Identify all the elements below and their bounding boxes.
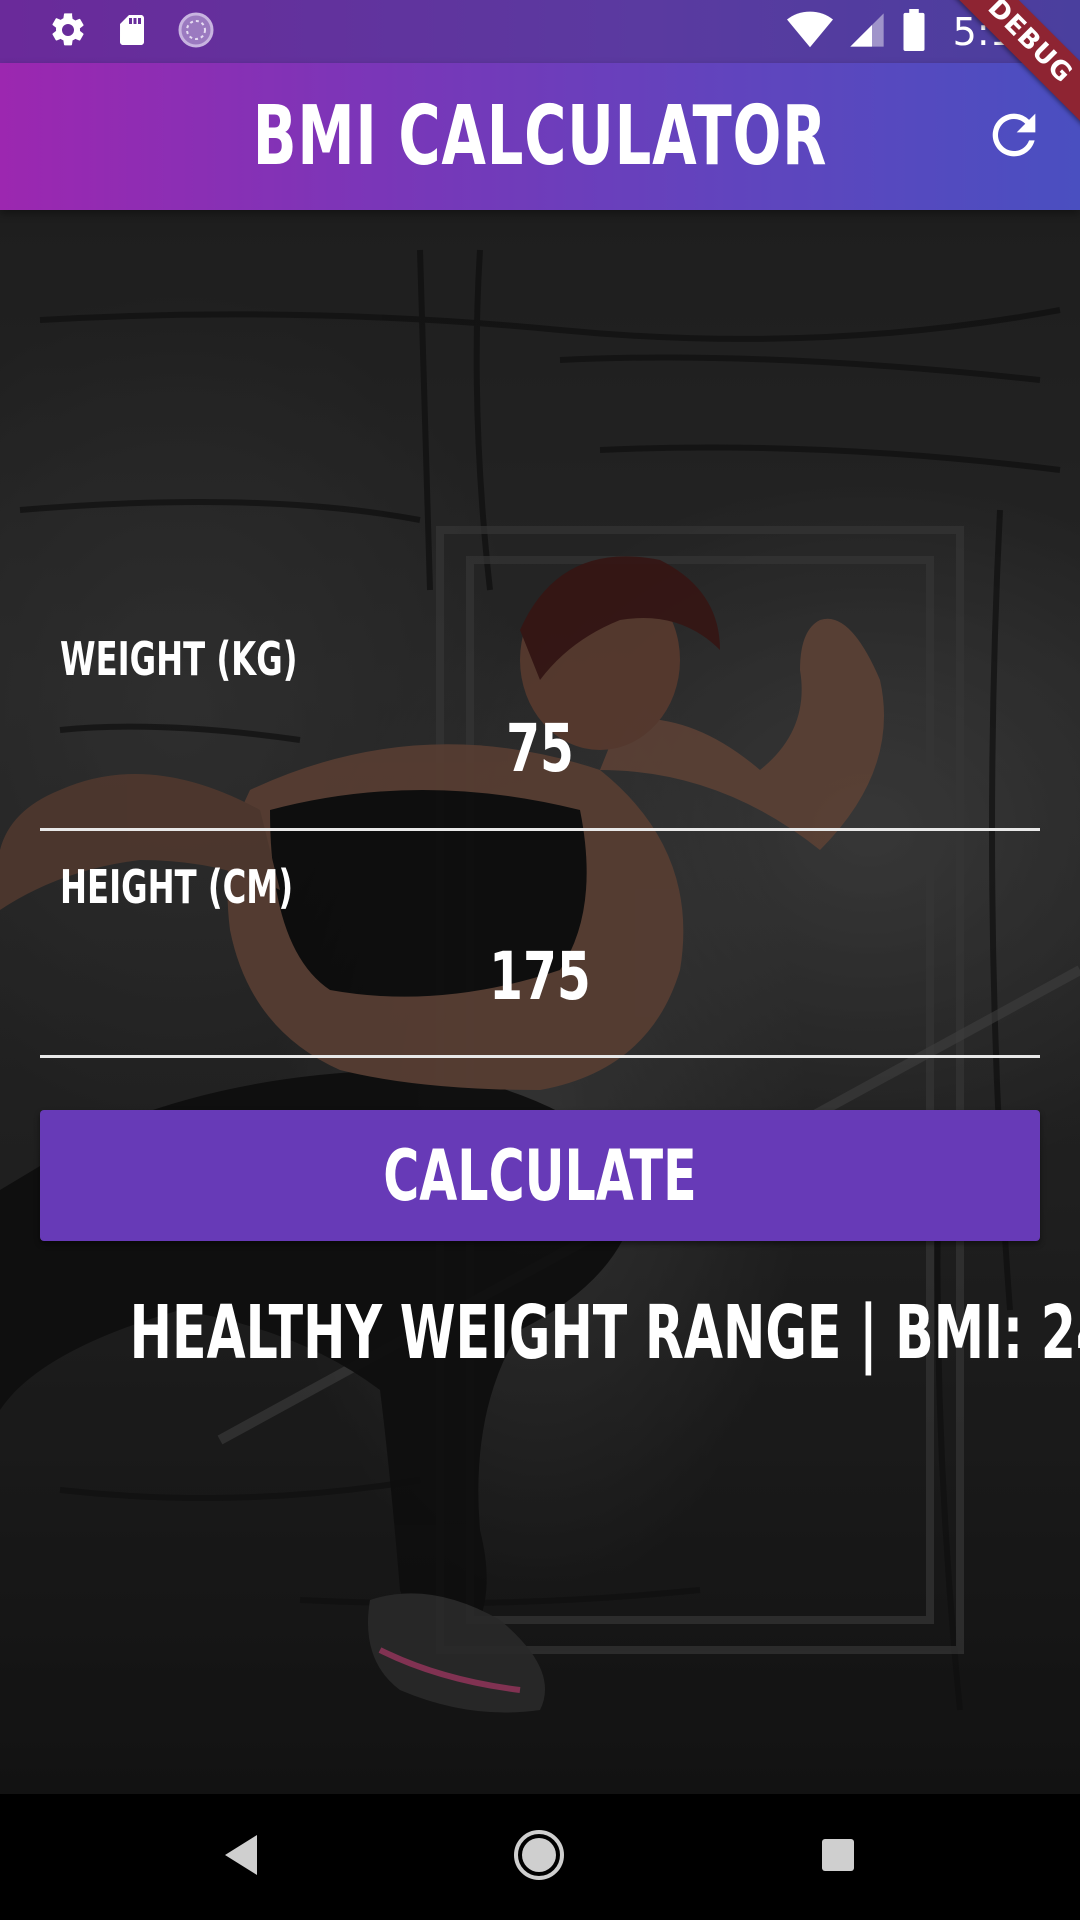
bmi-result: HEALTHY WEIGHT RANGE | BMI: 24.49 [129,1290,1080,1376]
home-button[interactable] [506,1824,572,1890]
refresh-icon [982,103,1046,171]
weight-underline [40,828,1040,831]
refresh-button[interactable] [978,101,1050,173]
calculate-button-label: CALCULATE [383,1134,697,1217]
recents-button[interactable] [805,1824,871,1890]
back-button[interactable] [208,1824,274,1890]
settings-icon [48,10,88,54]
sd-card-icon [114,10,150,54]
back-icon [221,1833,261,1881]
wifi-icon [786,10,833,54]
battery-icon [901,9,927,55]
home-icon [512,1828,566,1886]
app-bar: BMI CALCULATOR [0,63,1080,210]
loading-circle-icon [176,10,216,54]
status-bar: 5:18 [0,0,1080,63]
height-underline [40,1055,1040,1058]
weight-field[interactable]: WEIGHT (KG) 75 [40,630,1040,831]
status-left-icons [48,12,216,52]
app-screen: 5:18 DEBUG BMI CALCULATOR [0,0,1080,1920]
weight-input[interactable]: 75 [130,710,950,787]
system-nav-bar [0,1794,1080,1920]
weight-label: WEIGHT (KG) [60,632,298,686]
height-label: HEIGHT (CM) [60,860,294,914]
height-field[interactable]: HEIGHT (CM) 175 [40,858,1040,1058]
signal-icon [847,10,887,54]
recents-icon [820,1837,856,1877]
calculate-button[interactable]: CALCULATE [40,1110,1040,1241]
page-title: BMI CALCULATOR [252,89,828,184]
height-input[interactable]: 175 [130,938,950,1015]
